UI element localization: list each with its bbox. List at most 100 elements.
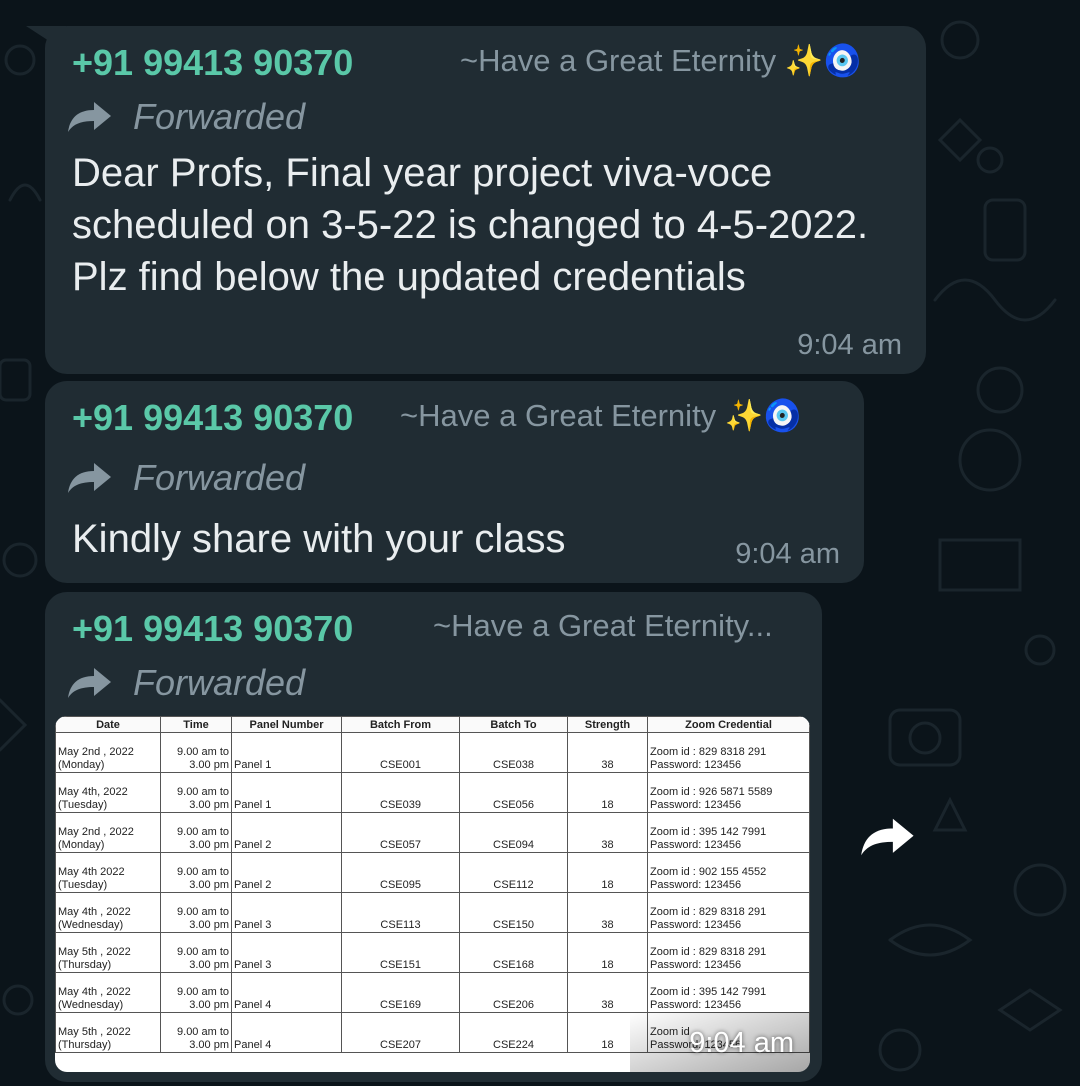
cell-zoom-line: Password: 123456 xyxy=(650,999,742,1011)
cell-date: May 2nd , 2022 (Monday) xyxy=(55,812,161,853)
cell-strength: 38 xyxy=(567,732,648,773)
cell-batch-to: CSE168 xyxy=(459,932,568,973)
cell-batch-to-line: CSE056 xyxy=(493,799,534,811)
cell-zoom: Zoom id : 902 155 4552 Password: 123456 xyxy=(647,852,810,893)
sender-phone[interactable]: +91 99413 90370 xyxy=(72,42,353,84)
cell-time: 9.00 am to 3.00 pm xyxy=(160,732,232,773)
cell-batch-from-line: CSE113 xyxy=(380,919,421,931)
cell-time-line: 3.00 pm xyxy=(189,799,229,811)
cell-date-line: (Thursday) xyxy=(58,959,112,971)
cell-zoom-line: Password: 123456 xyxy=(650,959,742,971)
cell-date-line: (Wednesday) xyxy=(58,919,124,931)
share-forward-button[interactable] xyxy=(853,805,923,869)
cell-batch-from-line: CSE039 xyxy=(380,799,421,811)
cell-batch-from: CSE207 xyxy=(341,1012,460,1053)
cell-panel: Panel 2 xyxy=(231,812,342,853)
cell-zoom-line: Zoom id : 395 142 7991 xyxy=(650,986,767,998)
cell-time: 9.00 am to 3.00 pm xyxy=(160,932,232,973)
schedule-image[interactable]: Date Time Panel Number Batch From Batch … xyxy=(55,716,810,1072)
message-bubble-1[interactable]: +91 99413 90370 ~Have a Great Eternity ✨… xyxy=(45,26,926,374)
cell-zoom: Zoom id : 395 142 7991 Password: 123456 xyxy=(647,812,810,853)
cell-zoom-line: Zoom id : 829 8318 291 xyxy=(650,906,767,918)
cell-batch-to: CSE094 xyxy=(459,812,568,853)
header-strength: Strength xyxy=(567,716,648,733)
cell-batch-from: CSE039 xyxy=(341,772,460,813)
cell-date-line: May 5th , 2022 xyxy=(58,946,131,958)
cell-batch-to-line: CSE112 xyxy=(493,879,534,891)
cell-time-line: 9.00 am to xyxy=(177,786,229,798)
cell-zoom-line: Zoom id : 829 8318 291 xyxy=(650,746,767,758)
cell-panel: Panel 1 xyxy=(231,772,342,813)
cell-panel: Panel 4 xyxy=(231,972,342,1013)
sender-phone[interactable]: +91 99413 90370 xyxy=(72,397,353,439)
cell-strength-line: 38 xyxy=(601,999,614,1011)
message-bubble-2[interactable]: +91 99413 90370 ~Have a Great Eternity ✨… xyxy=(45,381,864,583)
cell-strength: 18 xyxy=(567,852,648,893)
schedule-row: May 2nd , 2022 (Monday) 9.00 am to 3.00 pm P… xyxy=(55,812,810,853)
cell-zoom: Zoom id : 926 5871 5589 Password: 123456 xyxy=(647,772,810,813)
cell-panel: Panel 4 xyxy=(231,1012,342,1053)
cell-batch-to: CSE112 xyxy=(459,852,568,893)
cell-strength-line: 38 xyxy=(601,839,614,851)
cell-zoom-line: Zoom id : 395 142 7991 xyxy=(650,826,767,838)
forwarded-indicator: Forwarded xyxy=(67,662,305,704)
schedule-row: May 2nd , 2022 (Monday) 9.00 am to 3.00 pm P… xyxy=(55,732,810,773)
cell-time-line: 9.00 am to xyxy=(177,986,229,998)
cell-zoom-line: Password: 123456 xyxy=(650,879,742,891)
cell-batch-to-line: CSE094 xyxy=(493,839,534,851)
schedule-row: May 5th , 2022 (Thursday) 9.00 am to 3.00 p… xyxy=(55,932,810,973)
header-time: Time xyxy=(160,716,232,733)
cell-batch-to-line: CSE206 xyxy=(493,999,534,1011)
message-text: Kindly share with your class xyxy=(72,517,566,561)
schedule-row: May 4th 2022 (Tuesday) 9.00 am to 3.00 pm Pa… xyxy=(55,852,810,893)
header-panel: Panel Number xyxy=(231,716,342,733)
cell-batch-to: CSE150 xyxy=(459,892,568,933)
cell-strength: 38 xyxy=(567,812,648,853)
cell-time-line: 3.00 pm xyxy=(189,999,229,1011)
sender-phone[interactable]: +91 99413 90370 xyxy=(72,608,353,650)
cell-date-line: May 2nd , 2022 xyxy=(58,826,134,838)
cell-batch-to-line: CSE224 xyxy=(493,1039,534,1051)
cell-date: May 4th , 2022 (Wednesday) xyxy=(55,892,161,933)
header-date: Date xyxy=(55,716,161,733)
header-zoom: Zoom Credential xyxy=(647,716,810,733)
cell-date: May 2nd , 2022 (Monday) xyxy=(55,732,161,773)
cell-zoom-line: Password: 123456 xyxy=(650,759,742,771)
cell-strength: 38 xyxy=(567,892,648,933)
bubble-tail xyxy=(26,26,66,52)
cell-date: May 5th , 2022 (Thursday) xyxy=(55,1012,161,1053)
cell-batch-to-line: CSE038 xyxy=(493,759,534,771)
cell-time-line: 9.00 am to xyxy=(177,946,229,958)
cell-time-line: 9.00 am to xyxy=(177,826,229,838)
cell-batch-to: CSE206 xyxy=(459,972,568,1013)
forwarded-indicator: Forwarded xyxy=(67,457,305,499)
cell-batch-to-line: CSE150 xyxy=(493,919,534,931)
cell-batch-from: CSE001 xyxy=(341,732,460,773)
cell-panel-line: Panel 1 xyxy=(234,799,272,811)
sender-pushname: ~Have a Great Eternity ✨🧿 xyxy=(400,398,802,433)
cell-panel: Panel 2 xyxy=(231,852,342,893)
cell-date-line: (Wednesday) xyxy=(58,999,124,1011)
cell-zoom-line: Zoom id : 926 5871 5589 xyxy=(650,786,773,798)
schedule-table: Date Time Panel Number Batch From Batch … xyxy=(55,716,810,1053)
cell-time: 9.00 am to 3.00 pm xyxy=(160,972,232,1013)
cell-panel-line: Panel 4 xyxy=(234,1039,272,1051)
cell-date-line: (Monday) xyxy=(58,759,105,771)
cell-date-line: (Monday) xyxy=(58,839,105,851)
cell-date-line: May 4th, 2022 xyxy=(58,786,128,798)
cell-date-line: (Tuesday) xyxy=(58,879,108,891)
cell-time-line: 3.00 pm xyxy=(189,879,229,891)
cell-date: May 4th , 2022 (Wednesday) xyxy=(55,972,161,1013)
cell-date-line: May 4th , 2022 xyxy=(58,986,131,998)
message-text: Dear Profs, Final year project viva-voce… xyxy=(72,151,869,299)
forwarded-arrow-icon xyxy=(68,102,111,132)
cell-date: May 4th 2022 (Tuesday) xyxy=(55,852,161,893)
forwarded-label: Forwarded xyxy=(133,457,306,498)
forwarded-label: Forwarded xyxy=(133,662,306,703)
cell-time: 9.00 am to 3.00 pm xyxy=(160,812,232,853)
forwarded-indicator: Forwarded xyxy=(67,96,305,138)
cell-panel: Panel 1 xyxy=(231,732,342,773)
cell-strength: 18 xyxy=(567,932,648,973)
cell-strength-line: 18 xyxy=(601,879,614,891)
forwarded-arrow-icon xyxy=(68,668,111,698)
